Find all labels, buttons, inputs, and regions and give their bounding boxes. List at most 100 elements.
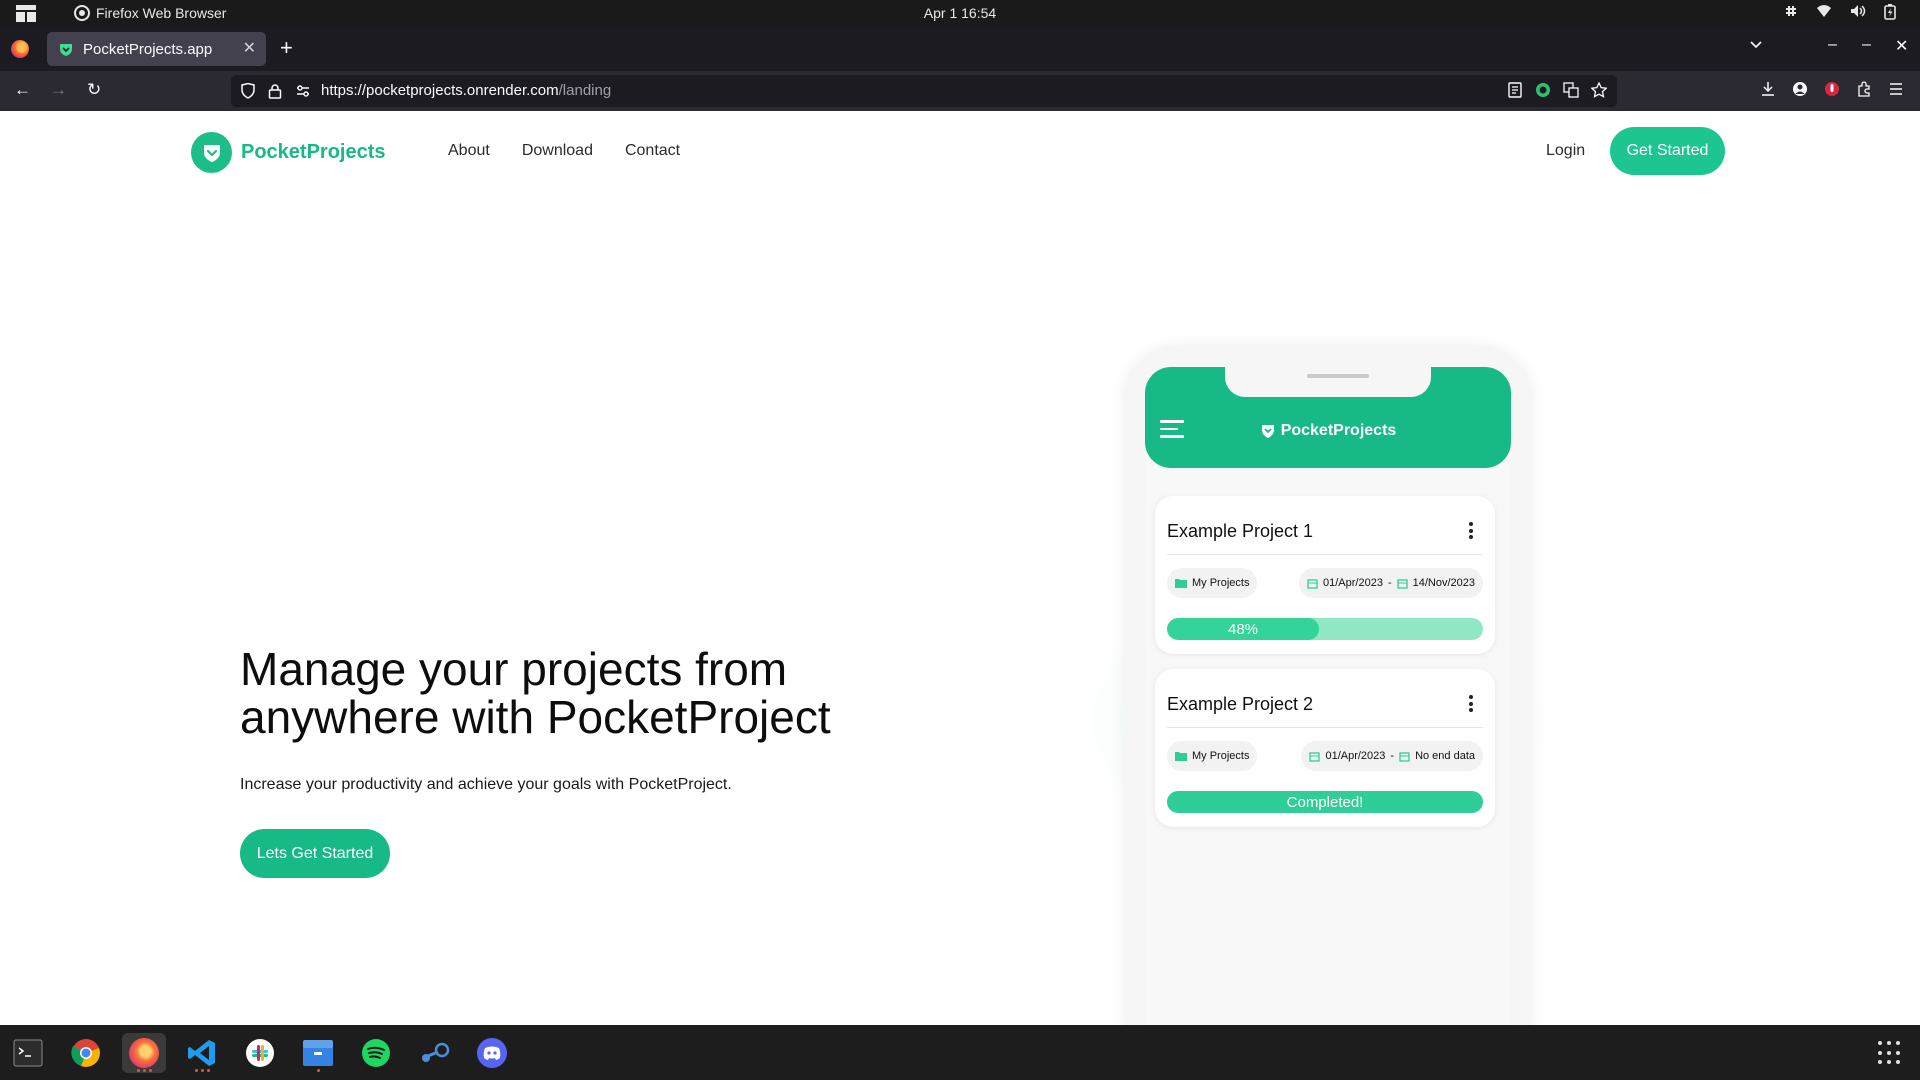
clock[interactable]: Apr 1 16:54 — [0, 5, 1920, 21]
tab-list-chevron-icon[interactable] — [1749, 37, 1763, 51]
url-bar[interactable]: https://pocketprojects.onrender.com/land… — [231, 75, 1617, 107]
phone-brand-name: PocketProjects — [1280, 422, 1397, 439]
window-close-icon[interactable]: ✕ — [1895, 36, 1908, 56]
nav-link-contact[interactable]: Contact — [625, 142, 680, 160]
dock-steam[interactable] — [412, 1033, 456, 1073]
running-indicator — [180, 1069, 224, 1072]
os-taskbar — [0, 1025, 1920, 1080]
vscode-icon — [188, 1040, 215, 1066]
extension-red-icon[interactable] — [1824, 81, 1840, 97]
project-title: Example Project 2 — [1167, 694, 1314, 714]
folder-pill: My Projects — [1167, 741, 1258, 771]
phone-screen: PocketProjects Example Project 1 My Proj… — [1145, 367, 1511, 1025]
dock-slack[interactable] — [238, 1033, 282, 1073]
volume-icon[interactable] — [1850, 4, 1866, 18]
nav-link-download[interactable]: Download — [522, 142, 593, 160]
end-date: No end data — [1415, 750, 1475, 762]
dock-firefox[interactable] — [122, 1033, 166, 1073]
folder-label: My Projects — [1192, 750, 1250, 762]
more-options-icon — [1469, 522, 1473, 542]
brand-logo-icon — [191, 132, 232, 173]
steam-icon — [422, 1042, 450, 1062]
url-host: https://pocketprojects.onrender.com — [321, 82, 559, 99]
account-icon[interactable] — [1792, 81, 1808, 97]
lock-icon[interactable] — [268, 83, 282, 99]
minimize-icon[interactable]: – — [1828, 36, 1837, 54]
menu-hamburger-icon[interactable] — [1888, 81, 1904, 97]
extension-green-icon[interactable] — [1535, 82, 1551, 98]
end-date: 14/Nov/2023 — [1412, 577, 1475, 589]
system-tray[interactable] — [1784, 4, 1896, 20]
more-options-icon — [1469, 695, 1473, 715]
terminal-icon — [13, 1039, 43, 1067]
slack-icon — [246, 1039, 274, 1067]
get-started-button[interactable]: Get Started — [1610, 127, 1725, 175]
permissions-icon[interactable] — [295, 83, 311, 99]
favicon-icon — [60, 44, 72, 56]
chrome-icon — [71, 1039, 100, 1067]
reload-icon[interactable]: ↻ — [87, 80, 101, 100]
hero-title: Manage your projects from anywhere with … — [240, 643, 831, 743]
browser-tab-bar: PocketProjects.app ✕ + – – ✕ — [0, 27, 1920, 71]
date-separator: - — [1390, 750, 1395, 762]
tab-title: PocketProjects.app — [83, 40, 213, 58]
folder-icon — [1175, 579, 1187, 588]
back-arrow-icon[interactable]: ← — [14, 80, 31, 100]
dock-chrome[interactable] — [64, 1033, 108, 1073]
lets-get-started-button[interactable]: Lets Get Started — [240, 829, 390, 878]
calendar-icon — [1399, 751, 1410, 762]
firefox-icon — [129, 1038, 159, 1068]
progress-bar: 48% — [1167, 618, 1483, 640]
phone-notch — [1225, 367, 1431, 397]
dock-vscode[interactable] — [180, 1033, 224, 1073]
dock-terminal[interactable] — [6, 1033, 50, 1073]
extensions-puzzle-icon[interactable] — [1856, 81, 1872, 97]
login-link[interactable]: Login — [1546, 142, 1585, 160]
bookmark-star-icon[interactable] — [1591, 82, 1607, 98]
dock-files[interactable] — [296, 1033, 340, 1073]
start-date: 01/Apr/2023 — [1325, 750, 1386, 762]
running-indicator — [122, 1069, 166, 1072]
start-date: 01/Apr/2023 — [1323, 577, 1383, 589]
firefox-logo-icon[interactable] — [11, 40, 29, 58]
slack-tray-icon[interactable] — [1784, 4, 1798, 18]
reader-view-icon[interactable] — [1507, 82, 1523, 98]
translate-icon[interactable] — [1563, 82, 1579, 98]
phone-mockup: PocketProjects Example Project 1 My Proj… — [1123, 345, 1533, 1025]
forward-arrow-icon[interactable]: → — [50, 80, 67, 100]
card-divider — [1167, 727, 1483, 728]
tab-pocketprojects[interactable]: PocketProjects.app ✕ — [47, 32, 266, 66]
phone-app-header: PocketProjects — [1145, 367, 1511, 468]
spotify-icon — [362, 1039, 390, 1067]
project-card: Example Project 1 My Projects 01/Apr/202… — [1155, 496, 1495, 654]
battery-icon[interactable] — [1884, 4, 1896, 20]
tracking-shield-icon[interactable] — [241, 83, 255, 99]
site-navbar: PocketProjects About Download Contact Lo… — [191, 127, 1725, 177]
show-apps-grid-icon[interactable] — [1878, 1041, 1902, 1065]
wifi-icon[interactable] — [1816, 4, 1832, 18]
project-card: Example Project 2 My Projects 01/Apr/202… — [1155, 669, 1495, 827]
progress-label: 48% — [1227, 621, 1259, 638]
tab-close-icon[interactable]: ✕ — [243, 38, 256, 58]
hero-subtitle: Increase your productivity and achieve y… — [240, 776, 732, 793]
folder-icon — [1175, 752, 1187, 761]
phone-speaker — [1307, 374, 1369, 378]
calendar-icon — [1307, 578, 1318, 589]
browser-nav-bar: ← → ↻ https://pocketprojects.onrender.co… — [0, 71, 1920, 111]
web-page: PocketProjects About Download Contact Lo… — [0, 111, 1920, 1025]
url-text[interactable]: https://pocketprojects.onrender.com/land… — [321, 82, 611, 99]
nav-link-about[interactable]: About — [448, 142, 490, 160]
brand[interactable]: PocketProjects — [191, 132, 386, 173]
discord-icon — [477, 1038, 507, 1068]
folder-label: My Projects — [1192, 577, 1250, 589]
maximize-icon[interactable]: – — [1862, 36, 1871, 54]
card-divider — [1167, 554, 1483, 555]
dock-spotify[interactable] — [354, 1033, 398, 1073]
new-tab-button[interactable]: + — [280, 35, 293, 61]
downloads-icon[interactable] — [1760, 81, 1776, 97]
dock-discord[interactable] — [470, 1033, 514, 1073]
phone-brand-logo-icon — [1261, 425, 1274, 438]
calendar-icon — [1309, 751, 1321, 762]
progress-fill: 48% — [1167, 618, 1319, 640]
project-title: Example Project 1 — [1167, 521, 1314, 541]
